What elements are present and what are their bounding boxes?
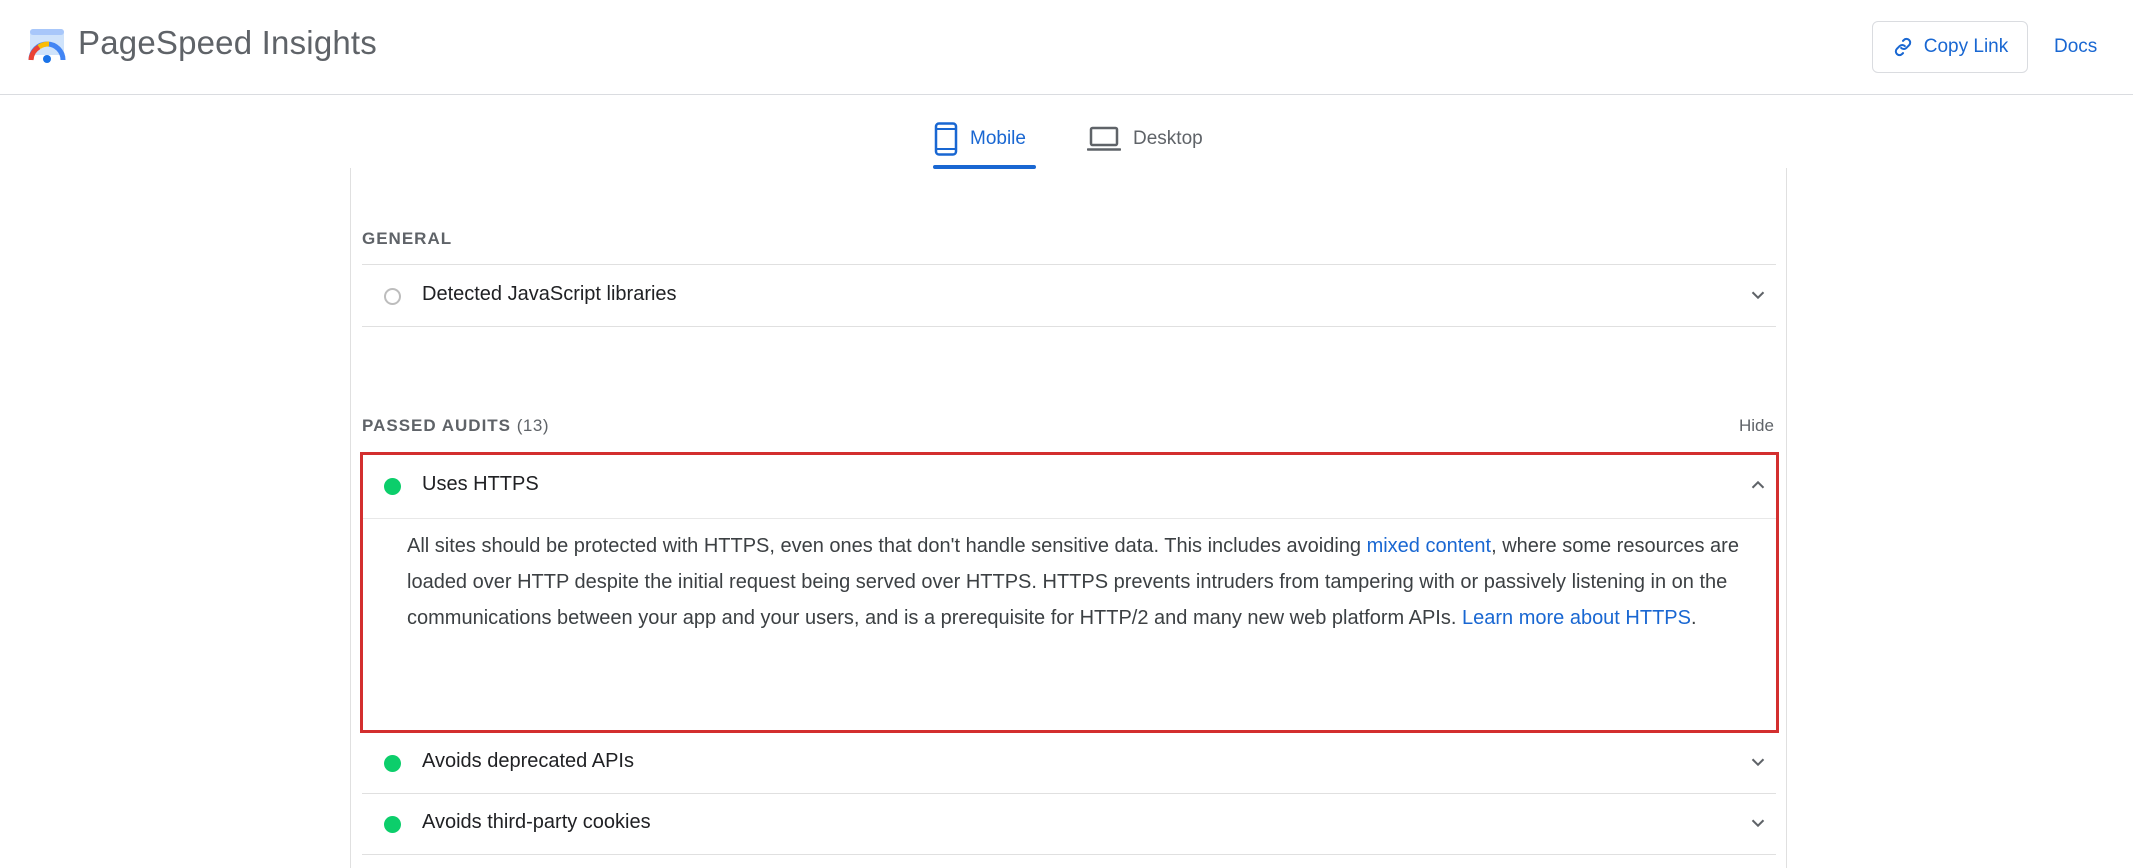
app-title: PageSpeed Insights bbox=[78, 24, 377, 61]
tab-mobile-label: Mobile bbox=[970, 128, 1026, 149]
audit-uses-https[interactable]: Uses HTTPS bbox=[362, 456, 1776, 516]
device-tabs: Mobile Desktop bbox=[0, 95, 2133, 170]
divider bbox=[362, 326, 1776, 327]
audit-avoids-deprecated-apis[interactable]: Avoids deprecated APIs bbox=[362, 733, 1776, 793]
chevron-down-icon bbox=[1751, 758, 1765, 767]
active-tab-indicator bbox=[933, 165, 1036, 169]
hide-passed-audits-button[interactable]: Hide bbox=[1739, 416, 1774, 436]
learn-more-https-link[interactable]: Learn more about HTTPS bbox=[1462, 607, 1691, 629]
divider bbox=[362, 264, 1776, 265]
top-bar: PageSpeed Insights Copy Link Docs bbox=[0, 0, 2133, 95]
chevron-down-icon bbox=[1751, 291, 1765, 300]
tab-mobile[interactable]: Mobile bbox=[934, 113, 1026, 165]
pass-marker-icon bbox=[384, 755, 401, 772]
audit-title: Avoids third-party cookies bbox=[422, 811, 651, 833]
audit-title: Detected JavaScript libraries bbox=[422, 283, 677, 305]
divider bbox=[362, 854, 1776, 855]
audit-description: All sites should be protected with HTTPS… bbox=[407, 535, 1739, 629]
copy-link-label: Copy Link bbox=[1923, 36, 2009, 57]
docs-link[interactable]: Docs bbox=[2054, 36, 2097, 58]
chevron-down-icon bbox=[1751, 819, 1765, 828]
smartphone-icon bbox=[934, 122, 958, 156]
audit-title: Uses HTTPS bbox=[422, 473, 539, 495]
pass-marker-icon bbox=[384, 478, 401, 495]
tab-desktop[interactable]: Desktop bbox=[1087, 113, 1203, 165]
audit-avoids-third-party-cookies[interactable]: Avoids third-party cookies bbox=[362, 794, 1776, 854]
audit-title: Avoids deprecated APIs bbox=[422, 750, 634, 772]
chevron-up-icon bbox=[1751, 480, 1765, 489]
passed-audits-count: (13) bbox=[516, 416, 549, 435]
general-section-heading: GENERAL bbox=[362, 229, 453, 248]
link-icon bbox=[1894, 37, 1911, 57]
passed-audits-heading: PASSED AUDITS (13) bbox=[362, 416, 549, 435]
pagespeed-logo-icon[interactable] bbox=[27, 26, 67, 66]
tab-desktop-label: Desktop bbox=[1133, 128, 1203, 149]
pass-marker-icon bbox=[384, 816, 401, 833]
informative-marker-icon bbox=[384, 288, 401, 305]
copy-link-button[interactable]: Copy Link bbox=[1872, 21, 2028, 73]
laptop-icon bbox=[1087, 126, 1121, 151]
audit-detected-js-libraries[interactable]: Detected JavaScript libraries bbox=[362, 266, 1776, 326]
mixed-content-link[interactable]: mixed content bbox=[1367, 535, 1492, 557]
divider bbox=[363, 518, 1776, 519]
